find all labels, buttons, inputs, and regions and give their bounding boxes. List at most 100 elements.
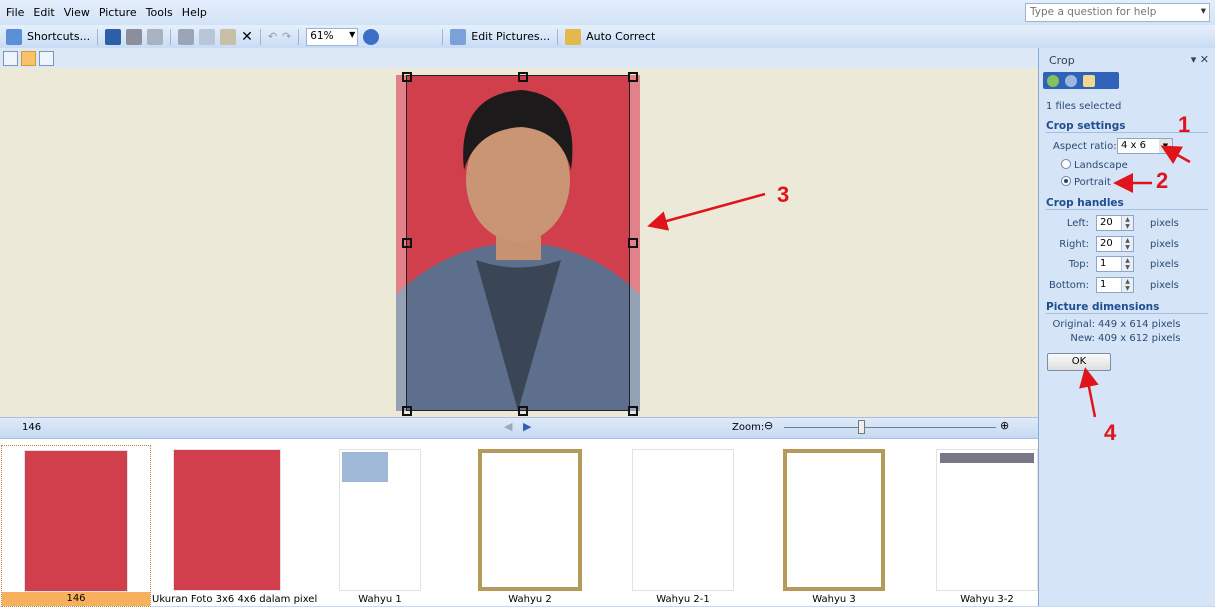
- thumbnail-view-button[interactable]: [3, 50, 18, 66]
- original-dimensions: 449 x 614 pixels: [1098, 319, 1181, 330]
- crop-handle[interactable]: [518, 406, 528, 416]
- separator: [259, 28, 261, 45]
- picture-dimensions-heading: Picture dimensions: [1046, 301, 1208, 314]
- menu-tools[interactable]: Tools: [146, 6, 173, 19]
- zoom-slider-thumb[interactable]: [858, 420, 865, 434]
- thumbnail-caption: Ukuran Foto 3x6 4x6 dalam pixel: [152, 594, 318, 605]
- crop-handle[interactable]: [402, 72, 412, 82]
- rotate-right-icon[interactable]: [419, 29, 435, 45]
- status-bar: 146 ◀ ▶ Zoom: ⊖ ⊕: [0, 417, 1038, 438]
- chevron-down-icon[interactable]: ▾: [1201, 5, 1206, 17]
- spinner-icon[interactable]: ▲ ▼: [1121, 216, 1133, 230]
- thumbnail-146[interactable]: 146: [1, 445, 151, 607]
- spinner-icon[interactable]: ▲ ▼: [1121, 236, 1133, 251]
- thumbnail-wahyu-2-1[interactable]: Wahyu 2-1: [608, 445, 758, 607]
- menu-help[interactable]: Help: [182, 6, 207, 19]
- undo-icon[interactable]: ↶: [268, 30, 277, 43]
- unit-label: pixels: [1150, 259, 1179, 270]
- delete-icon[interactable]: ✕: [241, 29, 253, 45]
- handle-input[interactable]: 20 ▲ ▼: [1096, 215, 1134, 231]
- handle-input[interactable]: 20 ▲ ▼: [1096, 235, 1134, 252]
- chevron-down-icon[interactable]: ▼: [1159, 139, 1172, 153]
- annotation-4: 4: [1104, 420, 1117, 445]
- aspect-ratio-select[interactable]: 4 x 6 ▼: [1117, 138, 1173, 154]
- handle-input[interactable]: 1 ▲ ▼: [1096, 276, 1134, 293]
- radio-icon: [1061, 159, 1071, 169]
- zoom-select[interactable]: 61% ▼: [306, 27, 359, 46]
- thumbnail-image: [24, 450, 128, 592]
- crop-frame[interactable]: [406, 75, 630, 411]
- spinner-icon[interactable]: ▲ ▼: [1121, 257, 1133, 271]
- auto-correct-button[interactable]: Auto Correct: [586, 30, 655, 43]
- save-icon[interactable]: [105, 28, 122, 45]
- copy-icon[interactable]: [199, 28, 216, 45]
- new-dimensions: 409 x 612 pixels: [1098, 333, 1181, 344]
- shortcuts-icon: [6, 28, 22, 45]
- view-bar: [0, 48, 1038, 68]
- thumbnail-image: [783, 449, 885, 591]
- crop-handle[interactable]: [628, 406, 638, 416]
- menu-file[interactable]: File: [6, 6, 24, 19]
- handle-label: Right:: [1059, 238, 1089, 250]
- edit-pictures-icon: [450, 28, 467, 45]
- help-search-input[interactable]: Type a question for help ▾: [1025, 3, 1210, 22]
- home-icon[interactable]: [1083, 74, 1095, 87]
- thumbnail-caption: Wahyu 2-1: [656, 594, 710, 605]
- print-icon[interactable]: [126, 28, 143, 45]
- ok-button[interactable]: OK: [1047, 353, 1111, 371]
- email-icon[interactable]: [147, 28, 164, 45]
- crop-handle[interactable]: [628, 238, 638, 248]
- separator: [97, 28, 99, 45]
- menu-edit[interactable]: Edit: [33, 6, 54, 19]
- thumbnail-caption: 146: [2, 592, 150, 606]
- separator: [442, 28, 444, 45]
- aspect-ratio-label: Aspect ratio:: [1053, 141, 1117, 152]
- shortcuts-button[interactable]: Shortcuts...: [27, 30, 90, 43]
- zoom-out-icon[interactable]: ⊖: [764, 419, 773, 432]
- crop-handles-heading: Crop handles: [1046, 197, 1208, 210]
- handle-value: 20: [1100, 237, 1113, 249]
- crop-handle[interactable]: [628, 72, 638, 82]
- spinner-icon[interactable]: ▲ ▼: [1121, 277, 1133, 292]
- crop-handle[interactable]: [402, 238, 412, 248]
- edit-pictures-button[interactable]: Edit Pictures...: [471, 30, 550, 43]
- filmstrip-view-button[interactable]: [21, 50, 36, 66]
- help-icon[interactable]: [363, 28, 380, 45]
- zoom-slider[interactable]: [784, 427, 996, 428]
- single-view-button[interactable]: [39, 50, 54, 66]
- thumbnail-wahyu-1[interactable]: Wahyu 1: [305, 445, 455, 607]
- crop-handle[interactable]: [518, 72, 528, 82]
- thumbnail-ukuran-foto[interactable]: Ukuran Foto 3x6 4x6 dalam pixel: [152, 445, 318, 607]
- filmstrip: 146 Ukuran Foto 3x6 4x6 dalam pixel Wahy…: [0, 438, 1038, 607]
- zoom-value: 61%: [310, 29, 334, 42]
- thumbnail-caption: Wahyu 1: [358, 594, 402, 605]
- thumbnail-image: [936, 449, 1038, 591]
- radio-icon: [1061, 176, 1071, 186]
- zoom-label: Zoom:: [732, 422, 765, 433]
- pane-menu-icon[interactable]: ▾: [1191, 53, 1197, 66]
- close-icon[interactable]: ✕: [1200, 53, 1209, 66]
- thumbnail-wahyu-3[interactable]: Wahyu 3: [759, 445, 909, 607]
- zoom-in-icon[interactable]: ⊕: [1000, 419, 1009, 432]
- current-filename: 146: [22, 422, 42, 433]
- thumbnail-caption: Wahyu 2: [508, 594, 552, 605]
- thumbnail-image: [478, 449, 582, 591]
- forward-icon[interactable]: [1065, 74, 1077, 87]
- handle-value: 1: [1100, 258, 1107, 269]
- thumbnail-wahyu-2[interactable]: Wahyu 2: [455, 445, 605, 607]
- redo-icon[interactable]: ↷: [282, 30, 291, 43]
- portrait-radio[interactable]: Portrait: [1061, 176, 1111, 188]
- paste-icon[interactable]: [220, 28, 237, 45]
- handle-label: Left:: [1066, 218, 1089, 229]
- menu-picture[interactable]: Picture: [99, 6, 137, 19]
- back-icon[interactable]: [1047, 74, 1059, 87]
- handle-input[interactable]: 1 ▲ ▼: [1096, 256, 1134, 272]
- menu-view[interactable]: View: [64, 6, 90, 19]
- crop-handle[interactable]: [402, 406, 412, 416]
- next-icon[interactable]: ▶: [523, 420, 531, 433]
- annotation-1: 1: [1178, 112, 1191, 137]
- rotate-left-icon[interactable]: [398, 29, 414, 45]
- previous-icon[interactable]: ◀: [504, 420, 512, 433]
- cut-icon[interactable]: [178, 28, 195, 45]
- landscape-radio[interactable]: Landscape: [1061, 159, 1128, 171]
